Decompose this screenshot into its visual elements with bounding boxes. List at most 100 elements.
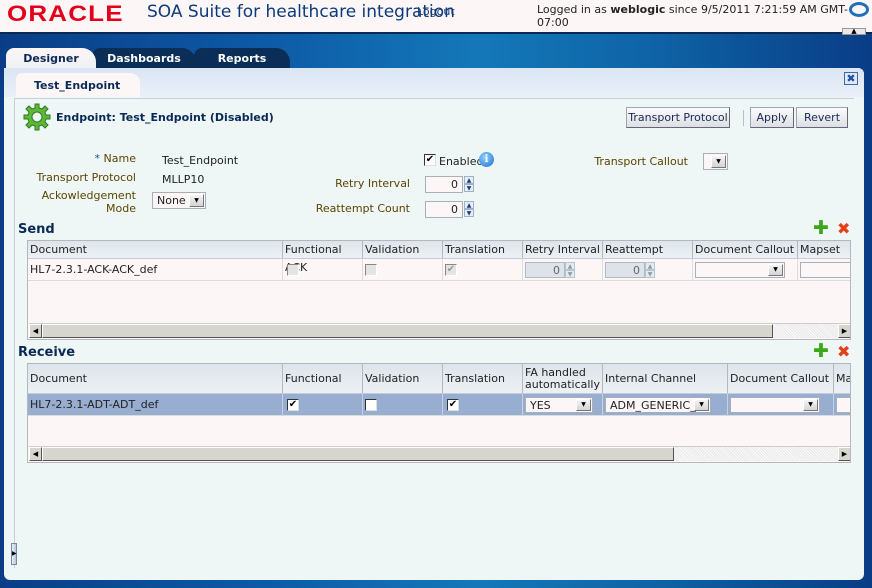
receive-horizontal-scrollbar[interactable]: ◀ ▶	[29, 446, 850, 461]
chevron-down-icon: ▼	[189, 194, 204, 207]
chevron-down-icon: ▼	[768, 264, 783, 276]
receive-col-functional-ack: Functional ACK	[283, 364, 363, 415]
enabled-checkbox[interactable]: ✔	[424, 154, 436, 166]
receive-functional-ack-checkbox[interactable]: ✔	[287, 399, 299, 411]
receive-row-mapset-cell	[834, 394, 850, 416]
ack-mode-select[interactable]: None ▼	[152, 192, 206, 209]
name-value: Test_Endpoint	[162, 154, 239, 167]
scroll-left-icon[interactable]: ◀	[29, 447, 42, 461]
send-table: Document Functional ACK Validation Trans…	[27, 240, 851, 340]
receive-row-translation-cell: ✔	[443, 394, 523, 416]
receive-col-fa-handled: FA handled automatically	[523, 364, 603, 393]
receive-row-validation-cell	[363, 394, 443, 416]
receive-table: Document Functional ACK Validation Trans…	[27, 363, 851, 463]
internal-channel-select[interactable]: ADM_GENERIC_AI ▼	[605, 397, 711, 413]
info-icon[interactable]: i	[479, 152, 494, 167]
send-row-translation-cell: ✔	[443, 259, 523, 281]
receive-row-fa-cell: YES ▼	[523, 394, 603, 416]
delete-receive-icon[interactable]: ✖	[837, 344, 851, 360]
add-send-icon[interactable]: ✚	[813, 219, 829, 238]
required-marker: *	[94, 152, 101, 165]
send-row-functional-ack-cell	[283, 259, 363, 281]
send-row-mapset-cell	[798, 259, 850, 281]
receive-translation-checkbox[interactable]: ✔	[447, 399, 459, 411]
ack-mode-value: None	[157, 194, 186, 207]
send-scroll-thumb[interactable]	[42, 324, 773, 338]
send-col-mapset: Mapset	[798, 241, 850, 258]
spin-up-icon[interactable]: ▲	[464, 176, 474, 184]
send-row-retry-cell: 0 ▲ ▼	[523, 259, 603, 281]
tab-dashboards[interactable]: Dashboards	[92, 48, 196, 68]
spin-up-icon[interactable]: ▲	[565, 262, 575, 270]
spin-down-icon[interactable]: ▼	[464, 209, 474, 217]
fa-handled-select[interactable]: YES ▼	[525, 397, 593, 413]
send-reattempt-count-input[interactable]: 0	[605, 262, 645, 278]
reattempt-count-input[interactable]: 0	[425, 201, 463, 218]
retry-interval-input[interactable]: 0	[425, 176, 463, 193]
collapse-header-button[interactable]: ▲	[842, 28, 866, 35]
close-icon[interactable]: ✖	[844, 72, 858, 85]
send-col-retry-interval: Retry Interval	[523, 241, 603, 258]
tab-reports[interactable]: Reports	[194, 48, 290, 68]
send-row-reattempt-cell: 0 ▲ ▼	[603, 259, 693, 281]
revert-button[interactable]: Revert	[796, 107, 848, 128]
send-section-title: Send	[18, 222, 55, 237]
send-table-header: Document Functional ACK Validation Trans…	[28, 241, 850, 274]
reattempt-count-spinner[interactable]: ▲ ▼	[464, 201, 474, 218]
transport-callout-select[interactable]: ▼	[703, 153, 728, 170]
receive-mapset-input[interactable]	[836, 397, 850, 413]
send-retry-interval-input[interactable]: 0	[525, 262, 565, 278]
add-receive-icon[interactable]: ✚	[813, 342, 829, 361]
expand-side-panel-icon[interactable]: ▶	[11, 543, 17, 565]
retry-interval-label: Retry Interval	[335, 177, 410, 190]
spin-up-icon[interactable]: ▲	[464, 201, 474, 209]
transport-callout-label: Transport Callout	[594, 155, 688, 168]
receive-col-translation: Translation	[443, 364, 523, 393]
send-reattempt-spinner[interactable]: ▲ ▼	[645, 262, 655, 278]
send-functional-ack-checkbox[interactable]	[287, 264, 299, 276]
transport-protocol-button[interactable]: Transport Protocol	[626, 107, 730, 128]
send-document-callout-select[interactable]: ▼	[695, 262, 785, 278]
send-col-reattempt-count: Reattempt Count	[603, 241, 693, 274]
receive-document-callout-select[interactable]: ▼	[730, 397, 820, 413]
receive-col-internal-channel: Internal Channel	[603, 364, 728, 393]
scroll-left-icon[interactable]: ◀	[29, 324, 42, 338]
send-translation-checkbox[interactable]: ✔	[445, 264, 457, 276]
ack-mode-label-line2: Mode	[106, 202, 136, 215]
ack-mode-label-line1: Ackowledgement	[41, 189, 136, 202]
retry-interval-spinner[interactable]: ▲ ▼	[464, 176, 474, 193]
gear-icon	[23, 103, 51, 131]
send-horizontal-scrollbar[interactable]: ◀ ▶	[29, 323, 850, 338]
subtab-test-endpoint[interactable]: Test_Endpoint	[16, 73, 140, 97]
send-validation-checkbox[interactable]	[365, 264, 377, 276]
login-info: Logged in as weblogic since 9/5/2011 7:2…	[537, 3, 872, 29]
spin-up-icon[interactable]: ▲	[645, 262, 655, 270]
button-separator	[743, 110, 744, 126]
send-retry-spinner[interactable]: ▲ ▼	[565, 262, 575, 278]
receive-col-document-callout: Document Callout	[728, 364, 834, 393]
table-row[interactable]: HL7-2.3.1-ACK-ACK_def ✔ 0 ▲ ▼ 0 ▲ ▼ ▼	[28, 259, 850, 281]
receive-col-validation: Validation	[363, 364, 443, 393]
receive-table-header: Document Functional ACK Validation Trans…	[28, 364, 850, 415]
login-prefix: Logged in as	[537, 3, 607, 16]
send-col-document-callout: Document Callout	[693, 241, 798, 258]
delete-send-icon[interactable]: ✖	[837, 221, 851, 237]
receive-section-title: Receive	[18, 345, 76, 360]
send-mapset-input[interactable]	[800, 262, 850, 278]
send-row-document: HL7-2.3.1-ACK-ACK_def	[28, 259, 283, 281]
table-row[interactable]: HL7-2.3.1-ADT-ADT_def ✔ ✔ YES ▼ ADM_GENE…	[28, 394, 850, 416]
apply-button[interactable]: Apply	[750, 107, 794, 128]
receive-scroll-thumb[interactable]	[42, 447, 674, 461]
scroll-right-icon[interactable]: ▶	[838, 324, 850, 338]
oracle-o-icon	[849, 2, 869, 17]
receive-validation-checkbox[interactable]	[365, 399, 377, 411]
internal-channel-value: ADM_GENERIC_AI	[610, 399, 707, 412]
transport-protocol-value: MLLP10	[162, 173, 205, 186]
spin-down-icon[interactable]: ▼	[565, 270, 575, 278]
subtab-bar: Test_Endpoint ✖	[4, 68, 864, 97]
spin-down-icon[interactable]: ▼	[464, 184, 474, 192]
tab-designer[interactable]: Designer	[6, 48, 96, 68]
scroll-right-icon[interactable]: ▶	[838, 447, 850, 461]
logout-link[interactable]: Logout	[417, 5, 455, 18]
spin-down-icon[interactable]: ▼	[645, 270, 655, 278]
